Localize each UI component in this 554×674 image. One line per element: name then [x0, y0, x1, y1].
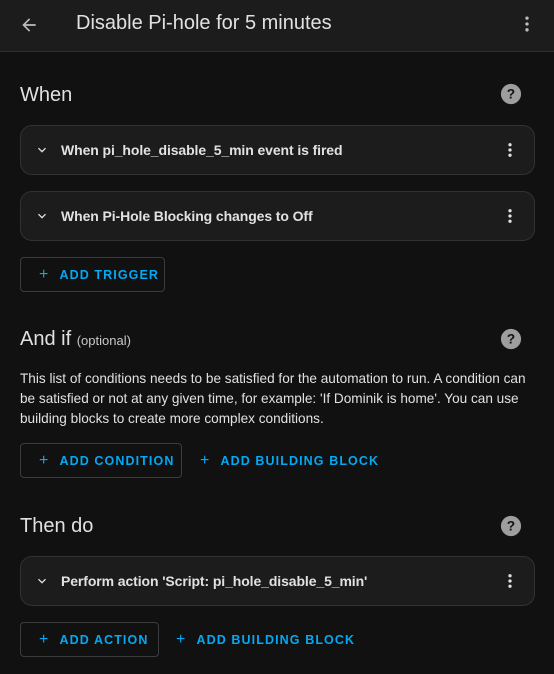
top-app-bar: Disable Pi-hole for 5 minutes [0, 0, 554, 52]
add-trigger-label: ADD TRIGGER [59, 267, 160, 282]
dots-vertical-icon [508, 143, 512, 157]
help-circle-icon: ? [500, 515, 522, 537]
action-row[interactable]: Perform action 'Script: pi_hole_disable_… [20, 556, 535, 606]
conditions-section-title: And if (optional) [20, 328, 131, 351]
dots-vertical-icon [508, 209, 512, 223]
add-condition-label: ADD CONDITION [59, 453, 175, 468]
add-condition-button[interactable]: + ADD CONDITION [20, 443, 182, 478]
plus-icon: + [39, 630, 50, 648]
plus-icon: + [39, 265, 50, 283]
arrow-left-icon [22, 18, 36, 32]
triggers-section-title: When [20, 84, 73, 106]
help-button-conditions[interactable]: ? [500, 328, 522, 350]
add-action-label: ADD ACTION [59, 632, 149, 647]
action-menu-button[interactable] [500, 568, 520, 594]
actions-section-title: Then do [20, 515, 94, 537]
plus-icon: + [39, 451, 50, 469]
chevron-down-icon [34, 573, 50, 589]
add-building-block-label: ADD BUILDING BLOCK [220, 453, 380, 468]
page-title: Disable Pi-hole for 5 minutes [76, 12, 332, 34]
chevron-down-icon [34, 208, 50, 224]
trigger-label: When pi_hole_disable_5_min event is fire… [61, 142, 343, 158]
trigger-menu-button[interactable] [500, 137, 520, 163]
back-button[interactable] [12, 8, 46, 42]
chevron-down-icon [34, 142, 50, 158]
conditions-description: This list of conditions needs to be sati… [20, 371, 526, 426]
dots-vertical-icon [525, 16, 529, 32]
optional-label: (optional) [76, 333, 131, 348]
add-trigger-button[interactable]: + ADD TRIGGER [20, 257, 165, 292]
plus-icon: + [200, 451, 211, 469]
svg-text:?: ? [507, 519, 515, 534]
trigger-label: When Pi-Hole Blocking changes to Off [61, 208, 313, 224]
trigger-row[interactable]: When Pi-Hole Blocking changes to Off [20, 191, 535, 241]
add-building-block-button[interactable]: + ADD BUILDING BLOCK [200, 443, 380, 478]
add-action-button[interactable]: + ADD ACTION [20, 622, 159, 657]
svg-text:?: ? [507, 332, 515, 347]
trigger-row[interactable]: When pi_hole_disable_5_min event is fire… [20, 125, 535, 175]
dots-vertical-icon [508, 574, 512, 588]
add-building-block-label: ADD BUILDING BLOCK [196, 632, 356, 647]
action-label: Perform action 'Script: pi_hole_disable_… [61, 573, 368, 589]
plus-icon: + [176, 630, 187, 648]
add-building-block-button[interactable]: + ADD BUILDING BLOCK [176, 622, 356, 657]
help-circle-icon: ? [500, 328, 522, 350]
trigger-menu-button[interactable] [500, 203, 520, 229]
conditions-title-text: And if [20, 328, 72, 350]
help-circle-icon: ? [500, 83, 522, 105]
help-button-actions[interactable]: ? [500, 515, 522, 537]
svg-text:?: ? [507, 87, 515, 102]
overflow-menu-button[interactable] [512, 8, 542, 40]
help-button-triggers[interactable]: ? [500, 83, 522, 105]
